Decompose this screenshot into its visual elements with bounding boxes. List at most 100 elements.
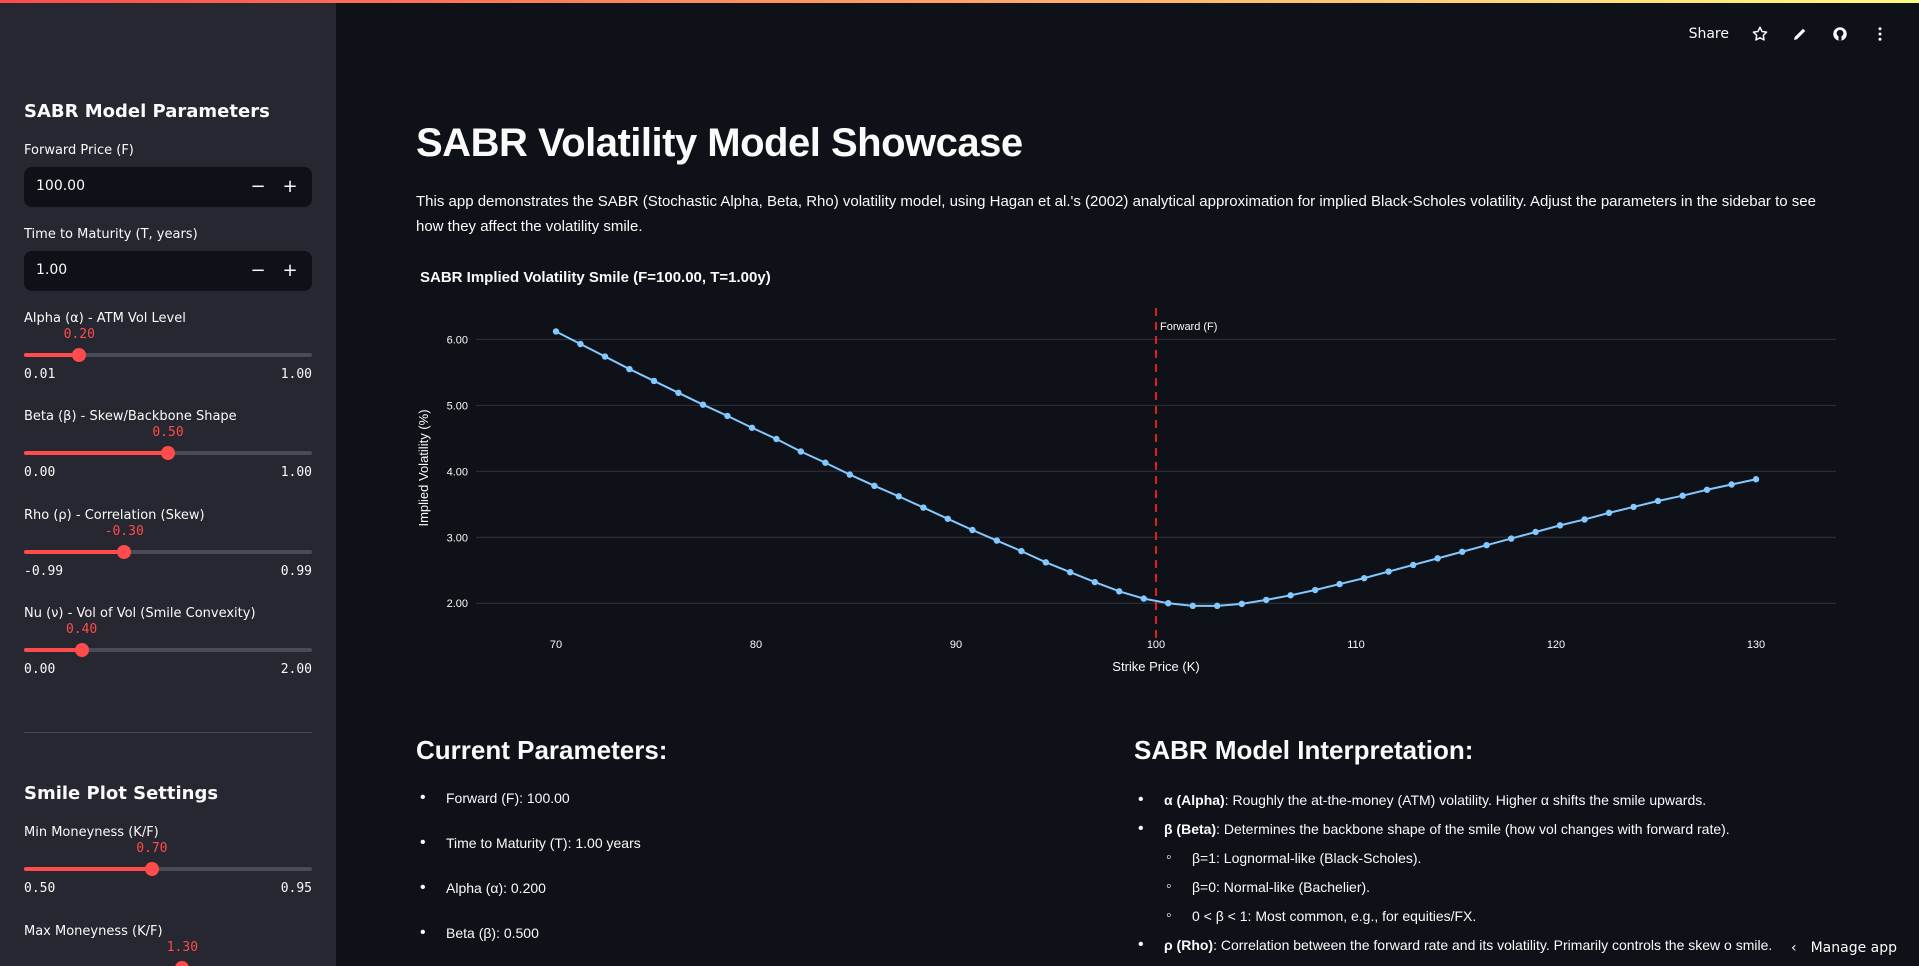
slider-current-value: 0.40 xyxy=(65,622,98,637)
slider-fill xyxy=(24,353,80,357)
smile-settings-title: Smile Plot Settings xyxy=(24,783,219,804)
data-point xyxy=(1140,595,1147,602)
header-toolbar: Share xyxy=(1689,25,1889,43)
data-point xyxy=(1067,569,1074,576)
current-params-title: Current Parameters: xyxy=(416,735,668,765)
data-point xyxy=(675,389,682,397)
param-list-item: Alpha (α): 0.200 xyxy=(418,879,641,925)
manage-app-button[interactable]: ‹ Manage app xyxy=(1791,940,1897,956)
data-point xyxy=(822,459,829,466)
slider-thumb[interactable] xyxy=(117,545,132,559)
data-point xyxy=(1018,547,1025,555)
data-point xyxy=(1214,602,1221,610)
more-icon[interactable] xyxy=(1871,25,1889,43)
interpretation-term: β (Beta) xyxy=(1164,821,1217,837)
data-point xyxy=(748,424,756,431)
interpretation-item: α (Alpha): Roughly the at-the-money (ATM… xyxy=(1136,790,1776,810)
slider-min-label: 0.50 xyxy=(24,881,56,896)
maturity-value[interactable]: 1.00 xyxy=(36,262,67,278)
slider-fill xyxy=(24,648,82,652)
data-point xyxy=(1165,600,1172,607)
interpretation-subitem: β=1: Lognormal-like (Black-Scholes). xyxy=(1136,848,1776,868)
data-point xyxy=(577,340,584,348)
star-icon[interactable] xyxy=(1751,25,1769,43)
data-point xyxy=(895,493,902,500)
data-point xyxy=(797,448,804,455)
data-point xyxy=(1238,600,1245,608)
slider-current-value: -0.30 xyxy=(104,524,144,539)
interpretation-term: α (Alpha) xyxy=(1164,792,1225,808)
y-tick-label: 2.00 xyxy=(447,598,468,610)
slider-thumb[interactable] xyxy=(175,961,190,966)
edit-icon[interactable] xyxy=(1791,25,1809,43)
slider-min-label: 0.01 xyxy=(24,367,56,382)
slider-current-value: 0.70 xyxy=(136,841,168,856)
data-point xyxy=(1091,578,1098,586)
data-point xyxy=(846,471,853,478)
forward-price-label: Forward Price (F) xyxy=(24,143,134,158)
data-point xyxy=(1263,596,1270,604)
github-icon[interactable] xyxy=(1831,25,1849,43)
slider-thumb[interactable] xyxy=(74,643,89,657)
chart-title: SABR Implied Volatility Smile (F=100.00,… xyxy=(420,269,771,286)
data-point xyxy=(773,435,780,443)
data-point xyxy=(1605,509,1613,517)
data-point xyxy=(1532,528,1539,536)
slider-max-label: 1.00 xyxy=(280,367,312,382)
maturity-label: Time to Maturity (T, years) xyxy=(24,227,198,242)
y-axis-label: Implied Volatility (%) xyxy=(416,409,431,526)
maturity-increment-button[interactable]: + xyxy=(274,255,306,287)
forward-increment-button[interactable]: + xyxy=(274,171,306,203)
interpretation-text: : Determines the backbone shape of the s… xyxy=(1216,821,1730,837)
x-tick-label: 130 xyxy=(1747,639,1765,651)
data-point xyxy=(944,515,951,522)
interpretation-subitem: β=0: Normal-like (Bachelier). xyxy=(1136,877,1776,897)
interpretation-item: β (Beta): Determines the backbone shape … xyxy=(1136,819,1776,839)
slider-thumb[interactable] xyxy=(72,348,87,362)
slider-thumb[interactable] xyxy=(144,862,159,876)
slider-max-label: 2.00 xyxy=(280,662,312,677)
y-tick-label: 5.00 xyxy=(447,400,468,412)
data-point xyxy=(699,401,707,408)
beta-label: Beta (β) - Skew/Backbone Shape xyxy=(24,409,237,424)
data-point xyxy=(1410,561,1417,569)
data-point xyxy=(1703,486,1711,493)
data-point xyxy=(1581,516,1588,523)
forward-annotation-label: Forward (F) xyxy=(1160,321,1217,333)
manage-app-label: Manage app xyxy=(1810,940,1897,956)
y-tick-label: 6.00 xyxy=(447,334,468,346)
y-tick-label: 3.00 xyxy=(447,532,468,544)
data-point xyxy=(871,482,878,490)
x-tick-label: 100 xyxy=(1147,639,1165,651)
slider-thumb[interactable] xyxy=(161,446,175,460)
data-point xyxy=(920,504,927,511)
page-title: SABR Volatility Model Showcase xyxy=(416,121,1023,165)
interpretation-item: ρ (Rho): Correlation between the forward… xyxy=(1136,935,1776,955)
slider-max-label: 1.00 xyxy=(280,465,312,480)
share-button[interactable]: Share xyxy=(1689,26,1729,42)
interpretation-text: β=0: Normal-like (Bachelier). xyxy=(1192,879,1371,895)
data-point xyxy=(1556,522,1564,529)
interpretation-list: α (Alpha): Roughly the at-the-money (ATM… xyxy=(1136,790,1776,964)
alpha-label: Alpha (α) - ATM Vol Level xyxy=(24,311,186,326)
current-params-list: Forward (F): 100.00Time to Maturity (T):… xyxy=(418,789,641,966)
sidebar-title: SABR Model Parameters xyxy=(24,101,270,122)
param-list-item: Time to Maturity (T): 1.00 years xyxy=(418,834,641,880)
maturity-decrement-button[interactable]: − xyxy=(242,255,274,287)
data-point xyxy=(552,328,560,335)
data-point xyxy=(969,526,976,534)
rho-label: Rho (ρ) - Correlation (Skew) xyxy=(24,508,205,523)
param-list-item: Beta (β): 0.500 xyxy=(418,924,641,966)
slider-fill xyxy=(24,550,125,554)
slider-current-value: 0.50 xyxy=(152,425,184,440)
forward-decrement-button[interactable]: − xyxy=(242,171,274,203)
x-tick-label: 80 xyxy=(750,639,762,651)
interpretation-text: 0 < β < 1: Most common, e.g., for equiti… xyxy=(1192,908,1477,924)
slider-min-label: 0.00 xyxy=(24,465,56,480)
maturity-input[interactable]: 1.00 − + xyxy=(24,251,312,291)
slider-current-value: 1.30 xyxy=(166,940,199,955)
data-point xyxy=(1459,548,1466,555)
forward-price-input[interactable]: 100.00 − + xyxy=(24,167,312,207)
data-point xyxy=(1336,580,1343,588)
forward-price-value[interactable]: 100.00 xyxy=(36,178,85,194)
